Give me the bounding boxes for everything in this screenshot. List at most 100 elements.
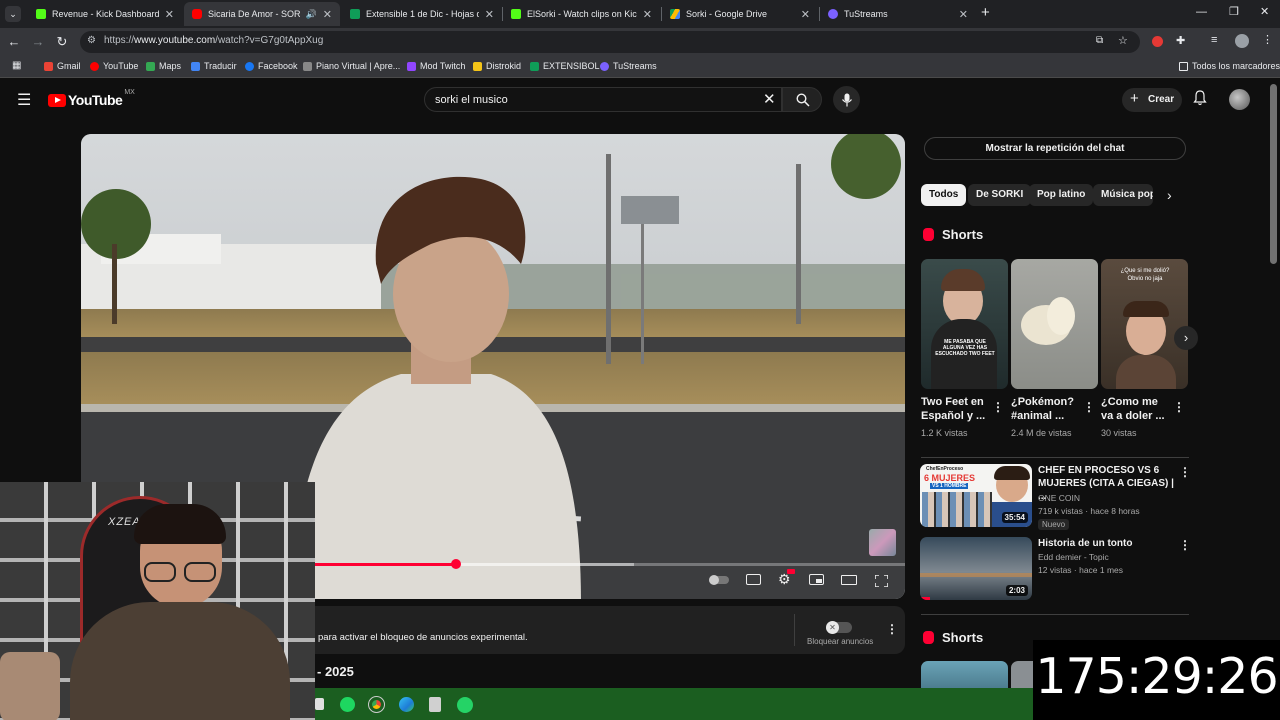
- browser-menu-icon[interactable]: ⋮: [1262, 33, 1273, 46]
- chip-de-sorki[interactable]: De SORKI: [968, 184, 1032, 206]
- tab-kick-clips[interactable]: ElSorki - Watch clips on Kick ✕: [503, 2, 660, 26]
- notifications-bell-icon[interactable]: [1193, 90, 1207, 111]
- new-tab-button[interactable]: +: [981, 4, 990, 21]
- tab-sheets[interactable]: Extensible 1 de Dic - Hojas de c ✕: [342, 2, 502, 26]
- user-avatar[interactable]: [1229, 89, 1250, 110]
- tustreams-icon: [600, 61, 609, 71]
- bookmark-tustreams[interactable]: TuStreams: [600, 61, 657, 71]
- short-title[interactable]: ¿Como me va a doler ...: [1101, 395, 1173, 423]
- bookmark-mod-twitch[interactable]: Mod Twitch: [407, 61, 465, 71]
- video-title[interactable]: Historia de un tonto: [1038, 537, 1176, 550]
- adblock-more-icon[interactable]: ⋮: [886, 622, 898, 636]
- page-scrollbar[interactable]: [1270, 84, 1277, 264]
- subtitles-icon[interactable]: [746, 574, 761, 585]
- tab-google-drive[interactable]: Sorki - Google Drive ✕: [662, 2, 818, 26]
- channel-watermark[interactable]: [869, 529, 896, 556]
- bookmark-gmail[interactable]: Gmail: [44, 61, 81, 71]
- clear-search-icon[interactable]: ✕: [763, 90, 776, 108]
- adblock-toggle[interactable]: ✕: [826, 621, 852, 634]
- more-options-icon[interactable]: ⋮: [1083, 400, 1095, 414]
- bookmark-distrokid[interactable]: Distrokid: [473, 61, 521, 71]
- minimize-button[interactable]: —: [1196, 6, 1207, 18]
- chevron-right-icon[interactable]: ›: [1167, 187, 1172, 203]
- tab-tustreams[interactable]: TuStreams ✕: [820, 2, 976, 26]
- search-button[interactable]: [782, 87, 822, 112]
- apps-grid-icon[interactable]: ▦: [12, 60, 21, 71]
- more-options-icon[interactable]: ⋮: [1179, 538, 1191, 552]
- close-icon[interactable]: ✕: [959, 8, 968, 21]
- cast-icon[interactable]: ⧉: [1096, 35, 1103, 46]
- url-text: https://www.youtube.com/watch?v=G7g0tApp…: [104, 35, 324, 46]
- more-options-icon[interactable]: ⋮: [1179, 465, 1191, 479]
- autoplay-toggle[interactable]: [709, 575, 729, 585]
- settings-gear-icon[interactable]: ⚙: [778, 569, 795, 588]
- window-close-button[interactable]: ✕: [1260, 5, 1269, 18]
- short-title[interactable]: ¿Pokémon? #animal ...: [1011, 395, 1083, 423]
- bookmark-maps[interactable]: Maps: [146, 61, 181, 71]
- tab-kick-dashboard[interactable]: Revenue - Kick Dashboard ✕: [28, 2, 182, 26]
- more-options-icon[interactable]: ⋮: [1173, 400, 1185, 414]
- twitch-icon: [407, 61, 416, 71]
- spotify-icon[interactable]: [340, 697, 355, 712]
- miniplayer-icon[interactable]: [809, 574, 824, 585]
- progress-scrubber-handle[interactable]: [450, 559, 461, 569]
- short-views: 1.2 K vistas: [921, 428, 968, 438]
- edge-icon[interactable]: [399, 697, 414, 712]
- short-thumbnail[interactable]: ME PASABA QUE ALGUNA VEZ HAS ESCUCHADO T…: [921, 259, 1008, 389]
- hamburger-menu-icon[interactable]: ☰: [17, 90, 31, 110]
- close-icon[interactable]: ✕: [643, 8, 652, 21]
- reload-button[interactable]: ↻: [54, 34, 70, 50]
- create-button[interactable]: + Crear: [1122, 88, 1182, 112]
- chrome-icon[interactable]: [368, 696, 385, 713]
- chip-all[interactable]: Todos: [921, 184, 967, 206]
- folder-icon: [1179, 61, 1188, 71]
- fullscreen-icon[interactable]: [874, 574, 889, 588]
- bookmark-facebook[interactable]: Facebook: [245, 61, 298, 71]
- browser-toolbar: ← → ↻ ⚙ https://www.youtube.com/watch?v=…: [0, 28, 1280, 56]
- media-controls-icon[interactable]: ≡: [1211, 34, 1217, 46]
- bookmark-all-folders[interactable]: Todos los marcadores: [1179, 61, 1280, 71]
- calculator-icon[interactable]: [429, 697, 441, 712]
- video-channel[interactable]: ONE COIN: [1038, 492, 1080, 505]
- bookmark-star-icon[interactable]: ☆: [1118, 34, 1128, 47]
- short-thumbnail[interactable]: ¿Que si me dolió? Obvio no jaja: [1101, 259, 1188, 389]
- taskbar-app-icon[interactable]: [315, 698, 324, 710]
- video-date: - 2025: [317, 664, 354, 679]
- voice-search-button[interactable]: [833, 86, 860, 113]
- bookmark-extensibol[interactable]: EXTENSIBOL: [530, 61, 600, 71]
- site-info-icon[interactable]: ⚙: [87, 35, 96, 46]
- tab-youtube-active[interactable]: Sicaria De Amor - SORKI (V 🔊 ✕: [184, 2, 340, 26]
- whatsapp-icon[interactable]: [457, 697, 473, 713]
- bookmark-piano[interactable]: Piano Virtual | Apre...: [303, 61, 400, 71]
- search-input[interactable]: sorki el musico ✕: [424, 87, 782, 112]
- close-icon[interactable]: ✕: [485, 8, 494, 21]
- region-code: MX: [124, 88, 135, 96]
- youtube-logo[interactable]: YouTube MX: [48, 88, 135, 108]
- bookmark-translate[interactable]: Traducir: [191, 61, 237, 71]
- profile-avatar[interactable]: [1235, 34, 1249, 48]
- close-icon[interactable]: ✕: [165, 8, 174, 21]
- short-views: 2.4 M de vistas: [1011, 428, 1072, 438]
- forward-button[interactable]: →: [30, 34, 46, 49]
- speaker-icon[interactable]: 🔊: [306, 9, 317, 20]
- bookmark-youtube[interactable]: YouTube: [90, 61, 138, 71]
- video-thumbnail[interactable]: ChefEnProceso 6 MUJERES VS 1 HOMBRE 35:5…: [920, 464, 1032, 527]
- chip-musica-pop[interactable]: Música pop: [1093, 184, 1153, 206]
- extensions-puzzle-icon[interactable]: ✚: [1176, 34, 1185, 47]
- tab-search-button[interactable]: ⌄: [5, 6, 21, 22]
- theater-mode-icon[interactable]: [841, 575, 857, 585]
- chip-pop-latino[interactable]: Pop latino: [1029, 184, 1094, 206]
- shorts-next-button[interactable]: ›: [1174, 326, 1198, 350]
- short-thumbnail[interactable]: [1011, 259, 1098, 389]
- video-channel[interactable]: Edd demier - Topic: [1038, 551, 1109, 564]
- close-icon[interactable]: ✕: [323, 8, 332, 21]
- back-button[interactable]: ←: [6, 34, 22, 49]
- extension-red-icon[interactable]: [1152, 36, 1163, 47]
- show-chat-replay-button[interactable]: Mostrar la repetición del chat: [924, 137, 1186, 160]
- more-options-icon[interactable]: ⋮: [992, 400, 1004, 414]
- short-title[interactable]: Two Feet en Español y ...: [921, 395, 993, 423]
- address-bar[interactable]: ⚙ https://www.youtube.com/watch?v=G7g0tA…: [80, 31, 1140, 53]
- restore-button[interactable]: ❐: [1229, 5, 1239, 18]
- video-thumbnail[interactable]: 2:03: [920, 537, 1032, 600]
- close-icon[interactable]: ✕: [801, 8, 810, 21]
